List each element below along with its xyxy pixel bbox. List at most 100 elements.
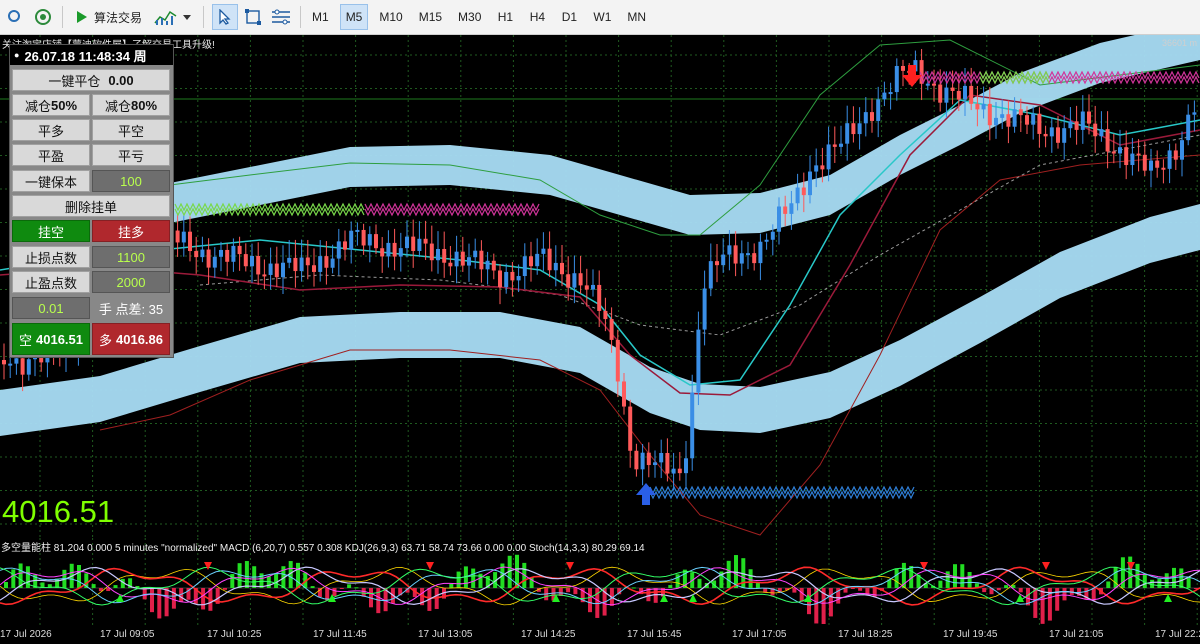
candle-body — [262, 274, 267, 277]
time-axis: 17 Jul 2026 17 Jul 09:05 17 Jul 10:25 17 Ju… — [0, 626, 1200, 644]
timeframe-m1[interactable]: M1 — [307, 4, 334, 30]
sell-button[interactable]: 空 4016.51 — [12, 323, 90, 355]
close-profit-button[interactable]: 平盈 — [12, 144, 90, 166]
momentum-bar — [201, 588, 206, 610]
candle-body — [1093, 123, 1098, 137]
chart-type-button[interactable] — [148, 4, 197, 30]
candle-body — [969, 85, 974, 104]
momentum-bar — [1135, 563, 1140, 588]
candle-body — [894, 65, 899, 93]
cursor-icon[interactable] — [212, 4, 239, 30]
candle-body — [1130, 153, 1135, 166]
candle-body — [330, 258, 335, 268]
candle-body — [684, 458, 688, 474]
candle-body — [237, 245, 242, 255]
candle-body — [436, 248, 440, 261]
timeframe-m10[interactable]: M10 — [374, 4, 407, 30]
momentum-bar — [332, 588, 337, 597]
candle-body — [1124, 147, 1129, 166]
momentum-bar — [266, 576, 271, 588]
candle-body — [1192, 112, 1197, 115]
indicator-label: 多空量能柱 81.204 0.000 5 minutes "normalized… — [1, 543, 645, 554]
pending-long-button[interactable]: 挂多 — [92, 220, 170, 242]
take-profit-input[interactable]: 2000 — [92, 271, 170, 293]
buy-button[interactable]: 多 4016.86 — [92, 323, 170, 355]
momentum-bar — [653, 588, 658, 603]
momentum-bar — [1040, 588, 1045, 624]
momentum-bar — [11, 569, 16, 588]
momentum-bar — [354, 587, 359, 589]
candle-body — [250, 255, 254, 267]
momentum-bar — [244, 561, 249, 588]
candle-body — [777, 206, 781, 232]
candle-body — [1012, 109, 1017, 127]
algo-trading-button[interactable]: 算法交易 — [69, 4, 148, 30]
candle-body — [287, 257, 292, 263]
candle-body — [467, 257, 471, 266]
momentum-bar — [1157, 579, 1162, 588]
time-axis-label: 17 Jul 15:45 — [627, 629, 682, 640]
add-chart-icon[interactable] — [30, 4, 56, 30]
close-long-button[interactable]: 平多 — [12, 119, 90, 141]
crosshair-icon[interactable] — [240, 4, 266, 30]
pending-short-button[interactable]: 挂空 — [12, 220, 90, 242]
candle-body — [231, 245, 236, 262]
candle-body — [219, 249, 223, 257]
candle-body — [1068, 121, 1073, 129]
bullet-icon: ● — [14, 50, 20, 60]
candle-body — [318, 256, 323, 272]
candle-body — [863, 112, 868, 124]
reduce-50-button[interactable]: 减仓 50% — [12, 94, 90, 116]
close-all-button[interactable]: 一键平仓 0.00 — [12, 69, 170, 91]
candle-body — [721, 254, 726, 266]
stop-loss-input[interactable]: 1100 — [92, 246, 170, 268]
delete-pending-button[interactable]: 删除挂单 — [12, 195, 170, 217]
candle-body — [411, 236, 416, 251]
momentum-bar — [91, 584, 96, 588]
close-loss-button[interactable]: 平亏 — [92, 144, 170, 166]
candle-body — [1043, 133, 1048, 137]
timeframe-m15[interactable]: M15 — [414, 4, 447, 30]
sell-label: 空 — [18, 332, 32, 348]
momentum-bar — [858, 588, 863, 591]
candle-body — [764, 239, 769, 242]
candle-body — [597, 284, 602, 311]
candle-body — [268, 263, 273, 275]
timeframe-m5[interactable]: M5 — [339, 4, 369, 30]
panel-datetime: 26.07.18 11:48:34 周 — [24, 48, 147, 64]
timeframe-h4[interactable]: H4 — [524, 4, 550, 30]
candle-body — [708, 261, 713, 289]
timeframe-h1[interactable]: H1 — [492, 4, 518, 30]
breakeven-button[interactable]: 一键保本 — [12, 170, 90, 192]
candle-body — [801, 187, 806, 196]
candle-body — [839, 143, 843, 147]
time-axis-label: 17 Jul 2026 — [0, 629, 52, 640]
momentum-bar — [631, 587, 636, 589]
timeframe-d1[interactable]: D1 — [556, 4, 582, 30]
price-chart[interactable] — [0, 35, 1200, 537]
momentum-bar — [1113, 566, 1118, 588]
momentum-bar — [223, 588, 227, 590]
lot-size-input[interactable]: 0.01 — [12, 297, 90, 319]
close-short-button[interactable]: 平空 — [92, 119, 170, 141]
stop-loss-label: 止损点数 — [12, 246, 90, 268]
breakeven-input[interactable]: 100 — [92, 170, 170, 192]
time-axis-label: 17 Jul 13:05 — [418, 629, 473, 640]
candle-body — [293, 257, 298, 272]
toolbar-divider — [62, 6, 63, 28]
candle-body — [448, 262, 453, 267]
candle-body — [665, 452, 670, 474]
candle-body — [429, 243, 434, 261]
timeframe-w1[interactable]: W1 — [588, 4, 616, 30]
timeframe-m30[interactable]: M30 — [453, 4, 486, 30]
momentum-bar — [726, 560, 731, 588]
objects-list-icon[interactable] — [268, 4, 294, 30]
candle-body — [1037, 113, 1042, 134]
candle-body — [814, 165, 819, 172]
reduce-80-button[interactable]: 减仓 80% — [92, 94, 170, 116]
timeframe-mn[interactable]: MN — [622, 4, 651, 30]
time-axis-label: 17 Jul 21:05 — [1049, 629, 1104, 640]
momentum-bar — [850, 588, 855, 589]
zoom-icon[interactable] — [2, 4, 28, 30]
chart-bars-icon — [154, 10, 177, 25]
